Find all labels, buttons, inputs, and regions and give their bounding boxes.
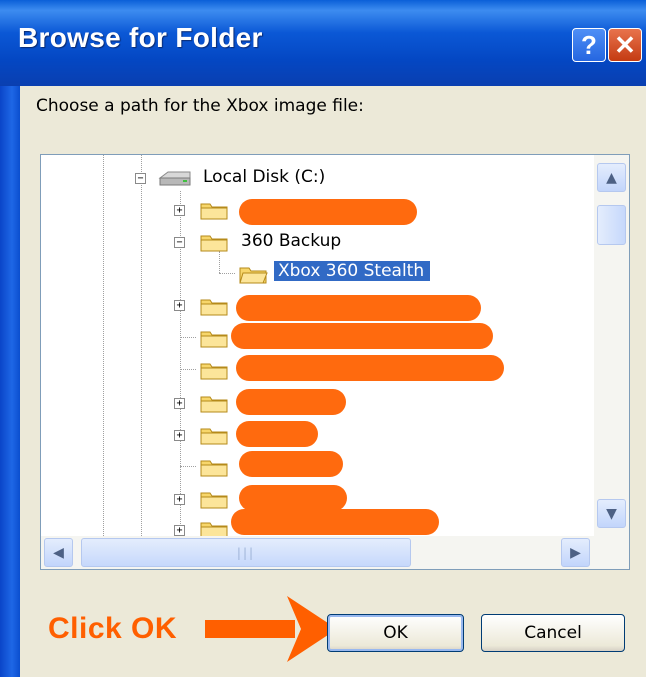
- tree-item-360-backup[interactable]: 360 Backup: [241, 231, 341, 251]
- folder-icon: [200, 363, 228, 380]
- folder-icon: [200, 396, 228, 413]
- ok-button[interactable]: OK: [327, 614, 464, 652]
- expand-toggle[interactable]: +: [174, 494, 185, 505]
- expand-toggle[interactable]: +: [174, 525, 185, 536]
- tree-item-local-disk[interactable]: Local Disk (C:): [203, 167, 325, 187]
- title-bar: Browse for Folder ? ✕: [0, 0, 646, 86]
- horizontal-scrollbar[interactable]: ◀ ||| ▶: [41, 536, 629, 569]
- expand-toggle[interactable]: +: [174, 430, 185, 441]
- vertical-scroll-thumb[interactable]: [597, 205, 626, 245]
- click-ok-annotation: Click OK: [48, 612, 178, 645]
- folder-icon: [200, 460, 228, 477]
- horizontal-scroll-thumb[interactable]: |||: [81, 538, 411, 567]
- window-frame-left: [0, 86, 20, 677]
- tree-guide-line: [180, 337, 196, 338]
- redacted-folder-name: [231, 509, 439, 535]
- folder-icon: [200, 331, 228, 348]
- scroll-left-button[interactable]: ◀: [44, 538, 73, 567]
- prompt-label: Choose a path for the Xbox image file:: [36, 96, 364, 116]
- folder-icon: [200, 203, 228, 220]
- folder-open-icon: [239, 267, 268, 284]
- scroll-up-button[interactable]: ▲: [597, 163, 626, 192]
- redacted-folder-name: [231, 323, 493, 349]
- redacted-folder-name: [239, 485, 347, 511]
- tree-guide-line: [180, 369, 196, 370]
- redacted-folder-name: [236, 355, 504, 381]
- close-button[interactable]: ✕: [608, 28, 642, 62]
- scroll-right-button[interactable]: ▶: [561, 538, 590, 567]
- redacted-folder-name: [239, 451, 343, 477]
- tree-guide-line: [103, 155, 104, 538]
- folder-icon: [200, 428, 228, 445]
- redacted-folder-name: [236, 389, 346, 415]
- window-title: Browse for Folder: [18, 22, 263, 53]
- folder-tree[interactable]: − Local Disk (C:) + − 360 Backup Xbox 36…: [40, 154, 630, 570]
- help-button[interactable]: ?: [572, 28, 606, 62]
- arrow-right-icon: [205, 596, 337, 662]
- cancel-button[interactable]: Cancel: [481, 614, 625, 652]
- expand-toggle[interactable]: +: [174, 398, 185, 409]
- folder-icon: [200, 492, 228, 509]
- tree-guide-line: [180, 466, 196, 467]
- redacted-folder-name: [239, 199, 417, 225]
- collapse-toggle[interactable]: −: [174, 237, 185, 248]
- redacted-folder-name: [236, 421, 318, 447]
- folder-icon: [200, 235, 228, 252]
- expand-toggle[interactable]: +: [174, 300, 185, 311]
- collapse-toggle[interactable]: −: [135, 173, 146, 184]
- redacted-folder-name: [236, 295, 481, 321]
- vertical-scrollbar[interactable]: ▲ ▼: [594, 155, 629, 538]
- folder-icon: [200, 299, 228, 316]
- hard-drive-icon: [158, 171, 191, 186]
- tree-item-xbox-360-stealth[interactable]: Xbox 360 Stealth: [274, 261, 431, 281]
- tree-guide-line: [219, 251, 220, 273]
- expand-toggle[interactable]: +: [174, 205, 185, 216]
- tree-guide-line: [141, 155, 142, 538]
- tree-guide-line: [219, 273, 235, 274]
- scroll-down-button[interactable]: ▼: [597, 499, 626, 528]
